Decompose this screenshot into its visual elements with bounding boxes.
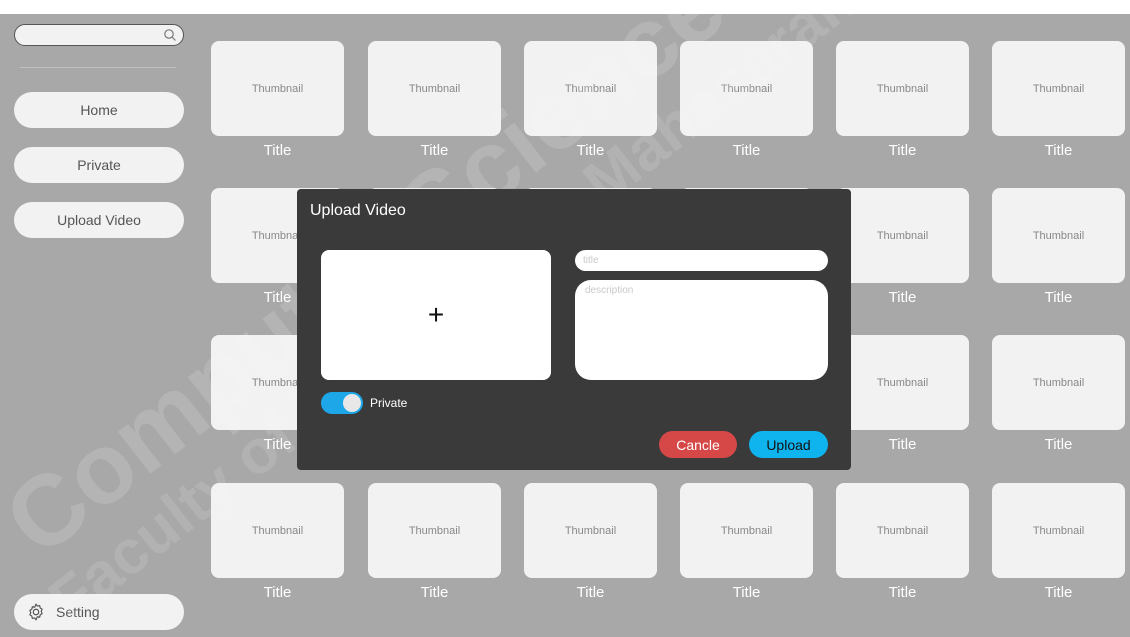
video-card[interactable]: Thumbnail Title xyxy=(524,483,657,601)
video-title[interactable]: Title xyxy=(836,289,969,306)
video-card[interactable]: Thumbnail Title xyxy=(992,188,1125,306)
video-thumbnail[interactable]: Thumbnail xyxy=(992,483,1125,578)
video-card[interactable]: Thumbnail Title xyxy=(836,41,969,159)
sidebar-item-upload-video[interactable]: Upload Video xyxy=(14,202,184,238)
video-card[interactable]: Thumbnail Title xyxy=(992,483,1125,601)
upload-button[interactable]: Upload xyxy=(749,431,828,458)
sidebar-item-private[interactable]: Private xyxy=(14,147,184,183)
private-label: Private xyxy=(370,396,408,410)
video-thumbnail[interactable]: Thumbnail xyxy=(836,188,969,283)
video-card[interactable]: Thumbnail Title xyxy=(680,41,813,159)
gear-icon xyxy=(29,603,43,621)
video-thumbnail[interactable]: Thumbnail xyxy=(836,483,969,578)
video-title[interactable]: Title xyxy=(992,436,1125,453)
video-title[interactable]: Title xyxy=(992,289,1125,306)
video-thumbnail[interactable]: Thumbnail xyxy=(524,483,657,578)
video-title[interactable]: Title xyxy=(680,584,813,601)
toggle-knob xyxy=(343,394,361,412)
sidebar: Home Private Upload Video Setting xyxy=(0,14,192,637)
video-thumbnail[interactable]: Thumbnail xyxy=(836,41,969,136)
video-title[interactable]: Title xyxy=(836,436,969,453)
video-card[interactable]: Thumbnail Title xyxy=(992,335,1125,453)
video-card[interactable]: Thumbnail Title xyxy=(368,41,501,159)
video-card[interactable]: Thumbnail Title xyxy=(836,335,969,453)
video-title[interactable]: Title xyxy=(368,142,501,159)
video-thumbnail[interactable]: Thumbnail xyxy=(368,483,501,578)
setting-label: Setting xyxy=(56,604,100,620)
upload-video-dialog: Upload Video + Private Cancle Upload xyxy=(297,189,851,470)
video-thumbnail[interactable]: Thumbnail xyxy=(368,41,501,136)
video-title[interactable]: Title xyxy=(524,142,657,159)
video-thumbnail[interactable]: Thumbnail xyxy=(992,41,1125,136)
video-thumbnail[interactable]: Thumbnail xyxy=(992,188,1125,283)
video-card[interactable]: Thumbnail Title xyxy=(211,483,344,601)
video-title[interactable]: Title xyxy=(836,142,969,159)
video-title[interactable]: Title xyxy=(680,142,813,159)
video-card[interactable]: Thumbnail Title xyxy=(992,41,1125,159)
video-card[interactable]: Thumbnail Title xyxy=(836,188,969,306)
video-title[interactable]: Title xyxy=(211,142,344,159)
video-title[interactable]: Title xyxy=(836,584,969,601)
video-title[interactable]: Title xyxy=(368,584,501,601)
sidebar-item-label: Upload Video xyxy=(57,212,141,228)
video-drop-area[interactable]: + xyxy=(321,250,551,380)
sidebar-item-label: Home xyxy=(80,102,118,118)
plus-icon: + xyxy=(427,299,445,330)
video-thumbnail[interactable]: Thumbnail xyxy=(524,41,657,136)
title-input[interactable] xyxy=(575,250,828,271)
sidebar-divider xyxy=(20,67,176,68)
top-strip xyxy=(0,0,1130,14)
video-card[interactable]: Thumbnail Title xyxy=(368,483,501,601)
video-card[interactable]: Thumbnail Title xyxy=(211,41,344,159)
search-bar[interactable] xyxy=(14,24,184,46)
video-card[interactable]: Thumbnail Title xyxy=(524,41,657,159)
search-icon[interactable] xyxy=(163,28,177,42)
video-thumbnail[interactable]: Thumbnail xyxy=(211,41,344,136)
video-title[interactable]: Title xyxy=(992,584,1125,601)
video-thumbnail[interactable]: Thumbnail xyxy=(992,335,1125,430)
setting-button[interactable]: Setting xyxy=(14,594,184,630)
video-thumbnail[interactable]: Thumbnail xyxy=(680,41,813,136)
video-thumbnail[interactable]: Thumbnail xyxy=(211,483,344,578)
private-toggle[interactable] xyxy=(321,392,363,414)
video-thumbnail[interactable]: Thumbnail xyxy=(836,335,969,430)
video-title[interactable]: Title xyxy=(992,142,1125,159)
dialog-title: Upload Video xyxy=(310,202,406,219)
video-thumbnail[interactable]: Thumbnail xyxy=(680,483,813,578)
video-card[interactable]: Thumbnail Title xyxy=(836,483,969,601)
sidebar-item-home[interactable]: Home xyxy=(14,92,184,128)
video-title[interactable]: Title xyxy=(211,584,344,601)
sidebar-item-label: Private xyxy=(77,157,121,173)
description-input[interactable] xyxy=(575,280,828,380)
video-title[interactable]: Title xyxy=(524,584,657,601)
video-card[interactable]: Thumbnail Title xyxy=(680,483,813,601)
cancel-button[interactable]: Cancle xyxy=(659,431,737,458)
